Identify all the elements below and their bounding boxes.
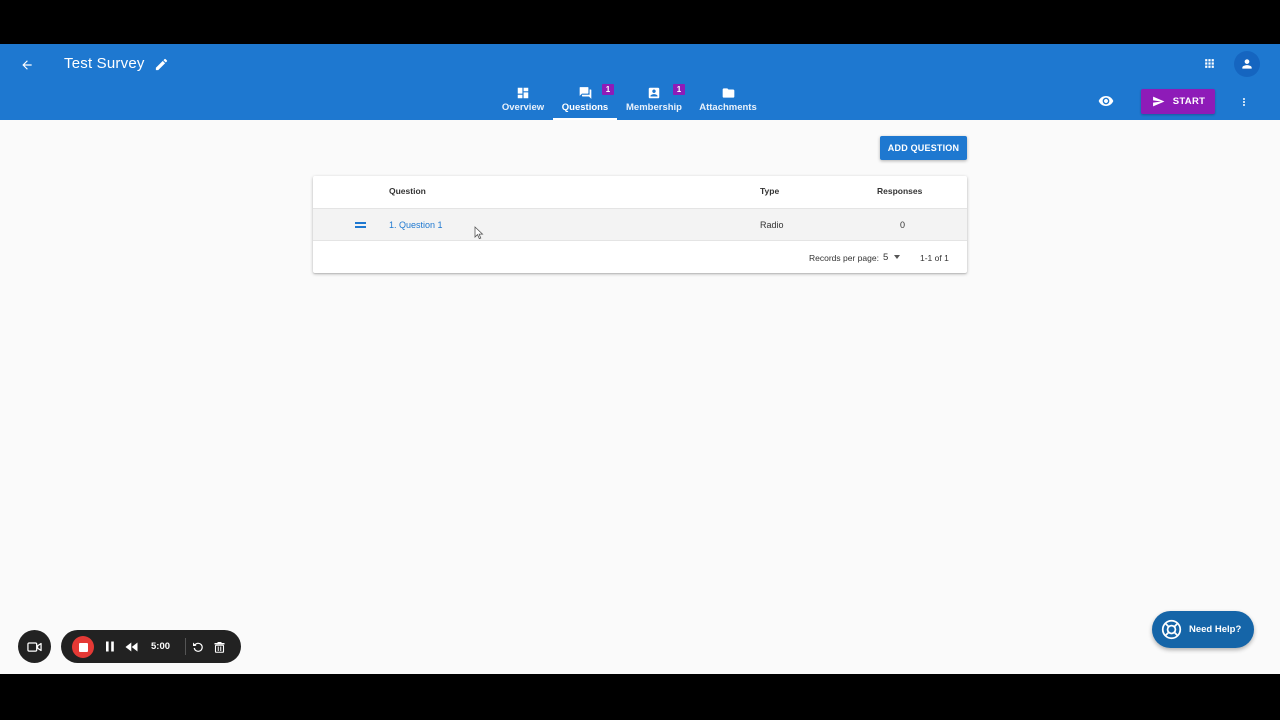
app-bar: Test Survey Overview 1 Questions 1 Membe… — [0, 44, 1280, 120]
forum-icon — [579, 87, 591, 99]
more-vert-icon — [1243, 98, 1245, 106]
apps-grid-icon — [1204, 58, 1214, 68]
preview-button[interactable] — [1096, 91, 1116, 111]
user-avatar-button[interactable] — [1234, 51, 1260, 77]
questions-count-badge: 1 — [602, 84, 614, 95]
records-per-page-select[interactable]: 5 — [883, 250, 907, 264]
rewind-button[interactable] — [125, 640, 138, 653]
tab-overview[interactable]: Overview — [493, 80, 553, 120]
folder-icon — [722, 88, 734, 98]
pencil-icon — [155, 58, 167, 70]
add-question-button[interactable]: ADD QUESTION — [880, 136, 967, 160]
question-type-cell: Radio — [760, 220, 784, 230]
tab-attachments-label: Attachments — [699, 102, 757, 113]
tab-questions[interactable]: 1 Questions — [553, 80, 617, 120]
dashboard-icon — [517, 87, 529, 99]
need-help-button[interactable]: Need Help? — [1152, 611, 1254, 648]
tab-questions-label: Questions — [561, 102, 609, 113]
dropdown-caret-icon — [894, 255, 901, 259]
video-camera-icon — [27, 641, 42, 652]
stop-icon — [78, 642, 88, 652]
tab-membership[interactable]: 1 Membership — [617, 80, 691, 120]
stop-recording-button[interactable] — [72, 636, 94, 658]
app-viewport: Test Survey Overview 1 Questions 1 Membe… — [0, 44, 1280, 674]
person-icon — [1242, 59, 1252, 69]
membership-count-badge: 1 — [673, 84, 685, 95]
mouse-pointer-icon — [474, 226, 484, 240]
eye-icon — [1098, 96, 1114, 106]
back-button[interactable] — [14, 52, 40, 78]
column-header-responses[interactable]: Responses — [877, 186, 922, 196]
send-icon — [1152, 96, 1165, 107]
restart-icon — [192, 642, 203, 652]
records-per-page-value: 5 — [883, 251, 889, 263]
records-per-page-label: Records per page: — [809, 253, 879, 263]
trash-icon — [214, 641, 225, 653]
edit-title-button[interactable] — [151, 54, 171, 74]
lifebuoy-icon — [1161, 619, 1182, 640]
more-options-button[interactable] — [1236, 92, 1252, 112]
question-link[interactable]: 1. Question 1 — [389, 220, 443, 230]
questions-table: Question Type Responses 1. Question 1 Ra… — [313, 176, 967, 273]
tab-attachments[interactable]: Attachments — [691, 80, 765, 120]
rewind-icon — [125, 642, 138, 651]
survey-tabs: Overview 1 Questions 1 Membership Attach… — [493, 80, 765, 120]
drag-handle-icon[interactable] — [355, 222, 366, 228]
survey-title: Test Survey — [64, 55, 145, 72]
toolbar-divider — [185, 638, 186, 655]
start-survey-button[interactable]: START — [1141, 89, 1215, 114]
table-row[interactable]: 1. Question 1 Radio 0 — [313, 208, 967, 241]
start-button-label: START — [1172, 96, 1206, 107]
recording-time: 5:00 — [151, 641, 171, 652]
restart-recording-button[interactable] — [191, 640, 204, 653]
contact-card-icon — [648, 87, 660, 99]
question-responses-cell: 0 — [900, 220, 906, 230]
recorder-camera-button[interactable] — [18, 630, 51, 663]
pause-recording-button[interactable] — [103, 640, 116, 653]
arrow-back-icon — [22, 60, 32, 70]
pause-icon — [105, 641, 114, 652]
delete-recording-button[interactable] — [213, 640, 226, 653]
apps-grid-button[interactable] — [1199, 53, 1219, 73]
recording-toolbar: 5:00 — [61, 630, 241, 663]
need-help-label: Need Help? — [1189, 624, 1242, 635]
tab-overview-label: Overview — [501, 102, 545, 113]
column-header-type[interactable]: Type — [760, 186, 779, 196]
tab-membership-label: Membership — [626, 102, 682, 113]
column-header-question[interactable]: Question — [389, 186, 426, 196]
pagination-range: 1-1 of 1 — [920, 253, 949, 263]
